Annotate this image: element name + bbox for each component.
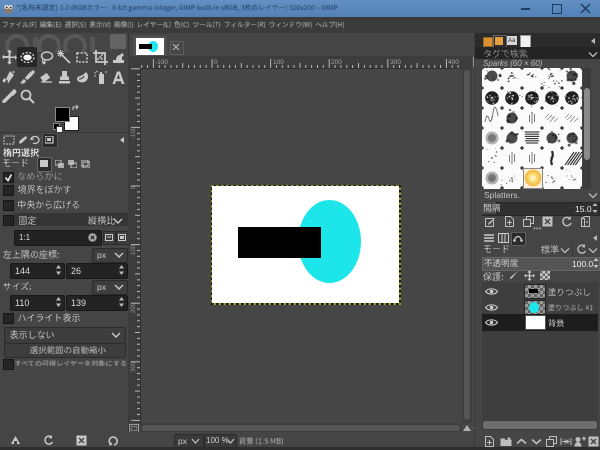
svg-text:200: 200 [331, 59, 342, 66]
svg-text:0: 0 [214, 59, 218, 66]
svg-text:-100: -100 [155, 59, 168, 66]
svg-text:300: 300 [131, 361, 137, 372]
svg-text:100: 100 [273, 59, 284, 66]
svg-text:300: 300 [390, 59, 401, 66]
svg-text:400: 400 [448, 59, 459, 66]
svg-text:-100: -100 [131, 126, 137, 139]
svg-text:100: 100 [131, 244, 137, 255]
svg-text:200: 200 [131, 302, 137, 313]
